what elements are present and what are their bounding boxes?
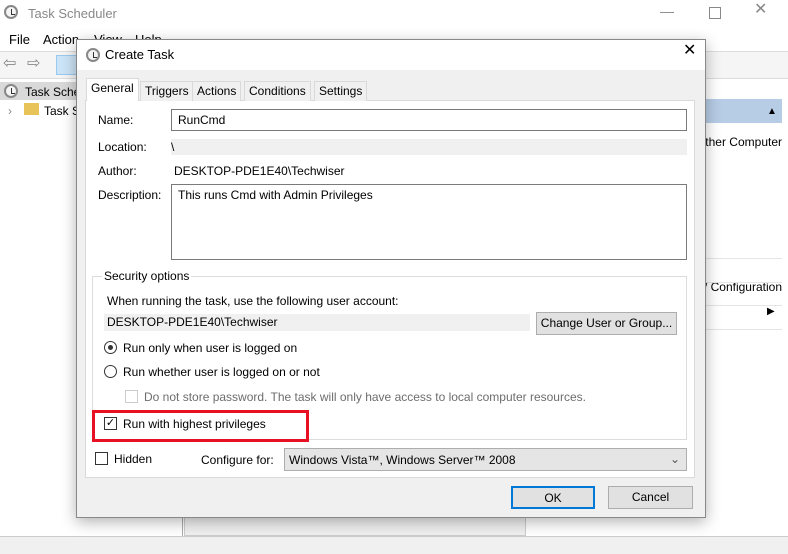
task-scheduler-icon	[4, 84, 18, 98]
maximize-button[interactable]	[709, 7, 721, 19]
divider	[706, 258, 782, 259]
configure-label: Configure for:	[201, 453, 274, 467]
account-prompt: When running the task, use the following…	[107, 294, 399, 308]
window-title: Task Scheduler	[28, 6, 117, 21]
back-icon[interactable]: ⇦	[3, 56, 16, 72]
tab-actions[interactable]: Actions	[192, 81, 242, 101]
author-value: DESKTOP-PDE1E40\Techwiser	[174, 164, 345, 178]
security-legend: Security options	[102, 269, 192, 283]
change-user-button[interactable]: Change User or Group...	[536, 312, 677, 335]
description-label: Description:	[98, 188, 162, 202]
divider	[706, 305, 782, 306]
tree-item-root[interactable]: Task Scheduler (Local)	[25, 85, 76, 99]
collapse-icon[interactable]: ▲	[767, 105, 777, 119]
menu-file[interactable]: File	[9, 33, 30, 47]
forward-icon[interactable]: ⇨	[27, 56, 40, 72]
description-textarea[interactable]: This runs Cmd with Admin Privileges	[171, 184, 687, 260]
minimize-button[interactable]: —	[660, 4, 674, 18]
tab-triggers[interactable]: Triggers	[140, 81, 194, 101]
radio-whether-logged-on[interactable]	[104, 365, 117, 378]
dialog-clock-icon	[86, 48, 100, 62]
configure-select[interactable]: Windows Vista™, Windows Server™ 2008 ⌄	[284, 448, 687, 471]
tab-settings[interactable]: Settings	[314, 81, 368, 101]
submenu-arrow-icon[interactable]: ▶	[767, 305, 775, 319]
radio-logged-on[interactable]	[104, 341, 117, 354]
cancel-button[interactable]: Cancel	[608, 486, 693, 509]
tab-general[interactable]: General	[86, 78, 139, 101]
dialog-close-button[interactable]: ✕	[683, 43, 696, 59]
no-store-password-checkbox[interactable]	[125, 390, 138, 403]
status-bar	[0, 536, 788, 554]
action-connect[interactable]: Connect to Another Computer...	[706, 135, 782, 149]
chevron-down-icon: ⌄	[669, 452, 680, 466]
hidden-label[interactable]: Hidden	[114, 452, 152, 466]
highest-privileges-label[interactable]: Run with highest privileges	[123, 417, 266, 431]
show-hide-tree-icon[interactable]	[56, 55, 78, 75]
account-value: DESKTOP-PDE1E40\Techwiser	[104, 314, 530, 331]
tree-item-library[interactable]: Task Scheduler Library	[44, 104, 76, 118]
divider	[706, 329, 782, 330]
location-label: Location:	[98, 140, 147, 154]
name-input[interactable]: RunCmd	[171, 109, 687, 131]
author-label: Author:	[98, 164, 137, 178]
radio-whether-label[interactable]: Run whether user is logged on or not	[123, 365, 320, 379]
tab-conditions[interactable]: Conditions	[244, 81, 311, 101]
folder-icon	[24, 103, 39, 115]
location-value: \	[171, 139, 687, 155]
dialog-title: Create Task	[105, 47, 175, 62]
expand-icon[interactable]: ›	[8, 104, 12, 118]
highest-privileges-checkbox[interactable]: ✓	[104, 417, 117, 430]
close-window-button[interactable]: ✕	[754, 2, 767, 18]
app-icon	[4, 5, 18, 19]
no-store-password-label: Do not store password. The task will onl…	[144, 390, 586, 404]
menu-action[interactable]: Action	[43, 33, 79, 47]
ok-button[interactable]: OK	[511, 486, 595, 509]
radio-logged-on-label[interactable]: Run only when user is logged on	[123, 341, 297, 355]
name-label: Name:	[98, 113, 134, 127]
hidden-checkbox[interactable]	[95, 452, 108, 465]
divider	[706, 282, 782, 283]
